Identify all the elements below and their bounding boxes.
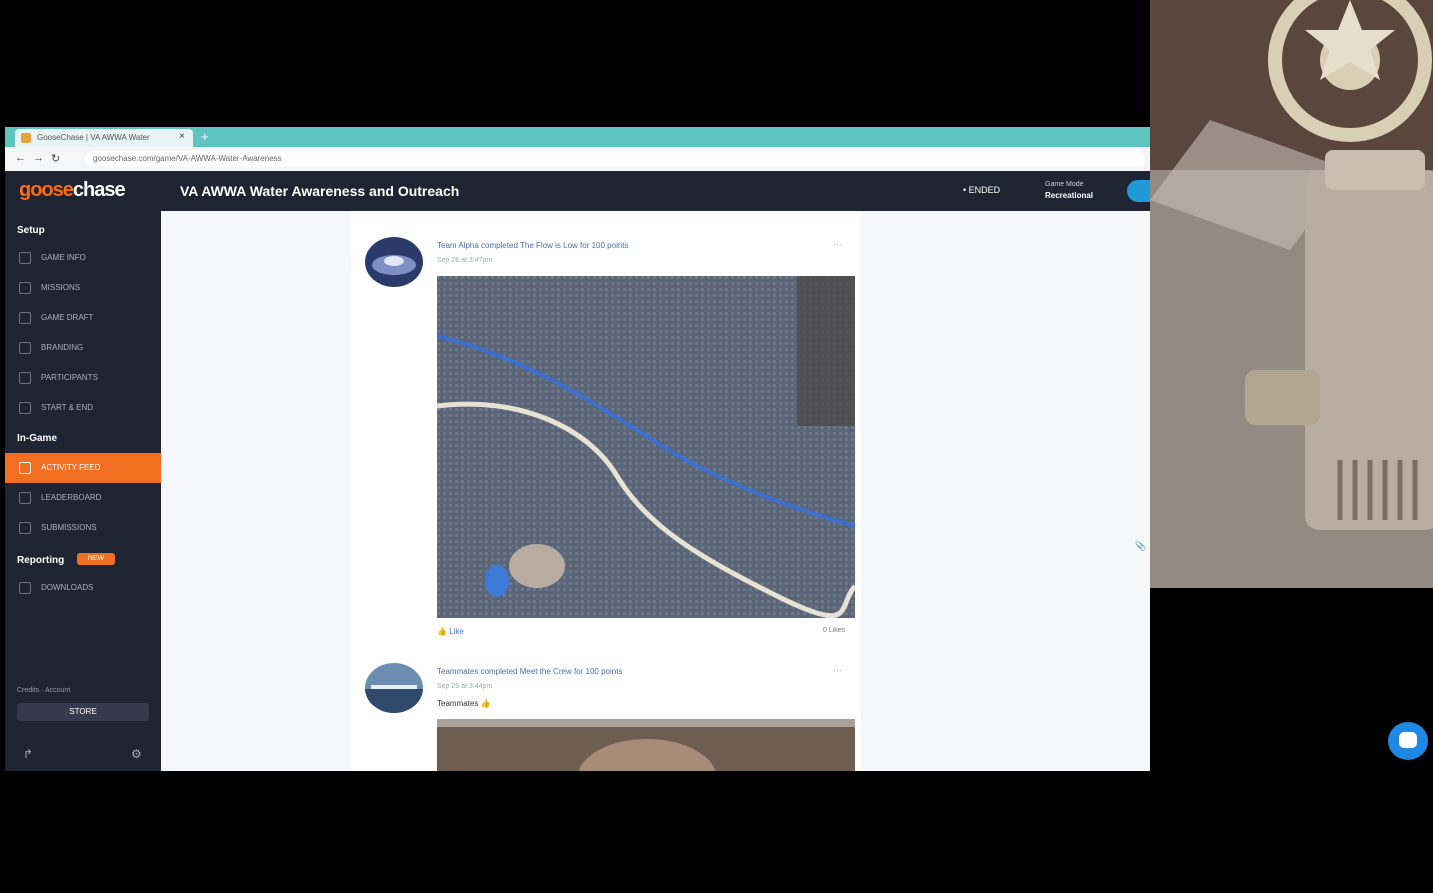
goosechase-logo[interactable]: goosechase bbox=[19, 179, 126, 202]
url-field[interactable]: goosechase.com/game/VA-AWWA-Water-Awaren… bbox=[85, 151, 1145, 167]
inbox-icon bbox=[19, 522, 31, 534]
browser-window: GooseChase | VA AWWA Water × + ← → ↻ goo… bbox=[5, 127, 1150, 771]
users-icon bbox=[19, 372, 31, 384]
pencil-icon bbox=[19, 312, 31, 324]
submission-photo[interactable] bbox=[437, 719, 855, 771]
likes-count: 0 Likes bbox=[823, 627, 846, 634]
team-avatar[interactable] bbox=[365, 663, 423, 713]
sidebar-item-submissions[interactable]: SUBMISSIONS bbox=[5, 515, 161, 541]
post-time: Sep 26 at 3:47pm bbox=[437, 257, 493, 264]
feed-icon bbox=[19, 462, 31, 474]
main-content: Team Alpha completed The Flow is Low for… bbox=[161, 211, 1150, 771]
gear-icon[interactable]: ⚙ bbox=[131, 747, 142, 761]
game-status: • ENDED bbox=[963, 185, 1001, 195]
store-button[interactable]: STORE bbox=[17, 703, 149, 721]
like-button[interactable]: 👍 Like bbox=[437, 627, 464, 636]
more-options-icon[interactable]: ⋯ bbox=[833, 665, 842, 676]
header-action-button[interactable] bbox=[1127, 180, 1150, 202]
sidebar-item-downloads[interactable]: DOWNLOADS bbox=[5, 575, 161, 601]
sidebar-item-game-info[interactable]: GAME INFO bbox=[5, 245, 161, 271]
reporting-heading: Reporting bbox=[17, 555, 65, 566]
address-bar: ← → ↻ goosechase.com/game/VA-AWWA-Water-… bbox=[5, 147, 1150, 172]
post-caption: Teammates 👍 bbox=[437, 699, 491, 708]
attachment-icon: 📎 bbox=[1135, 541, 1147, 551]
download-icon bbox=[19, 582, 31, 594]
account-credits[interactable]: Credits · Account bbox=[17, 687, 70, 694]
back-icon[interactable]: ← bbox=[15, 152, 26, 164]
share-icon[interactable]: ↱ bbox=[23, 747, 33, 761]
pencil-icon bbox=[19, 252, 31, 264]
sidebar: Setup GAME INFO MISSIONS GAME DRAFT BRAN… bbox=[5, 211, 161, 771]
sidebar-item-leaderboard[interactable]: LEADERBOARD bbox=[5, 485, 161, 511]
chat-bubble-icon[interactable] bbox=[1388, 722, 1428, 760]
activity-feed: Team Alpha completed The Flow is Low for… bbox=[351, 211, 861, 771]
sidebar-item-activity-feed[interactable]: ACTIVITY FEED bbox=[5, 453, 161, 483]
ingame-heading: In-Game bbox=[17, 433, 58, 444]
game-title: VA AWWA Water Awareness and Outreach bbox=[180, 183, 460, 199]
setup-heading: Setup bbox=[17, 225, 45, 236]
sidebar-item-game-draft[interactable]: GAME DRAFT bbox=[5, 305, 161, 331]
sidebar-item-start-end[interactable]: START & END bbox=[5, 395, 161, 421]
post-title: Team Alpha completed The Flow is Low for… bbox=[437, 241, 629, 250]
close-tab-icon[interactable]: × bbox=[179, 131, 185, 142]
browser-tab[interactable]: GooseChase | VA AWWA Water × bbox=[15, 129, 193, 147]
browser-tab-bar: GooseChase | VA AWWA Water × + bbox=[5, 127, 1150, 147]
target-icon bbox=[19, 282, 31, 294]
more-options-icon[interactable]: ⋯ bbox=[833, 239, 842, 250]
sidebar-item-missions[interactable]: MISSIONS bbox=[5, 275, 161, 301]
trophy-icon bbox=[19, 492, 31, 504]
submission-photo[interactable] bbox=[437, 276, 855, 618]
game-mode-info: Game Mode Recreational bbox=[1045, 181, 1094, 200]
reload-icon[interactable]: ↻ bbox=[51, 152, 60, 165]
post-time: Sep 26 at 3:44pm bbox=[437, 683, 493, 690]
sidebar-item-branding[interactable]: BRANDING bbox=[5, 335, 161, 361]
tab-title: GooseChase | VA AWWA Water bbox=[37, 133, 150, 142]
webcam-overlay bbox=[1150, 0, 1433, 588]
post-title: Teammates completed Meet the Crew for 10… bbox=[437, 667, 623, 676]
forward-icon[interactable]: → bbox=[33, 152, 44, 164]
new-badge: NEW bbox=[77, 553, 115, 565]
team-avatar[interactable] bbox=[365, 237, 423, 287]
image-icon bbox=[19, 342, 31, 354]
sidebar-item-participants[interactable]: PARTICIPANTS bbox=[5, 365, 161, 391]
new-tab-icon[interactable]: + bbox=[201, 129, 209, 144]
app-header: goosechase VA AWWA Water Awareness and O… bbox=[5, 171, 1150, 211]
favicon-icon bbox=[21, 133, 31, 143]
clock-icon bbox=[19, 402, 31, 414]
